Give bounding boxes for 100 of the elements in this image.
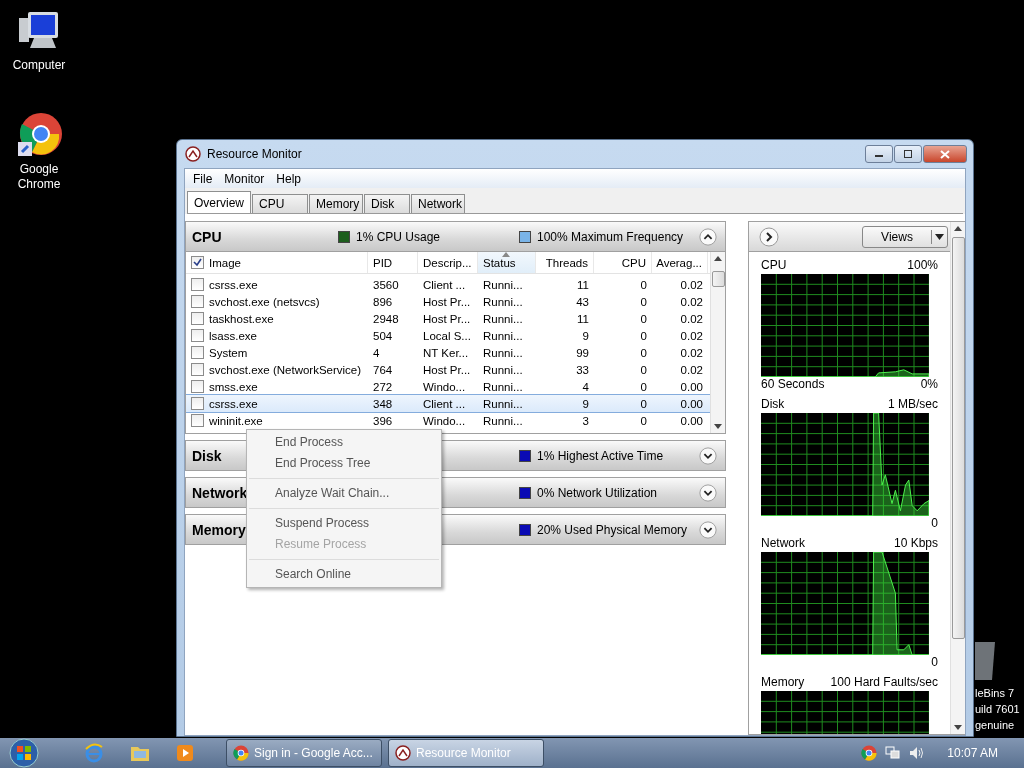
column-header[interactable]: CPU xyxy=(594,252,652,273)
table-row[interactable]: smss.exe 272 Windo... Runni... 4 0 0.00 xyxy=(186,378,710,395)
context-menu-item[interactable]: Suspend Process xyxy=(249,513,439,534)
table-cell: Runni... xyxy=(483,295,523,308)
context-menu-item[interactable]: End Process Tree xyxy=(249,453,439,479)
tab[interactable]: Memory xyxy=(309,194,363,213)
column-header[interactable]: Threads xyxy=(536,252,594,273)
graph-title: Disk xyxy=(761,396,785,411)
table-cell: 2948 xyxy=(373,312,399,325)
table-cell: Local S... xyxy=(423,329,471,342)
table-cell: 0 xyxy=(640,329,647,342)
context-menu-item[interactable]: Search Online xyxy=(249,564,439,585)
table-cell: System xyxy=(209,346,248,359)
volume-icon[interactable] xyxy=(909,745,926,761)
minimize-button[interactable] xyxy=(865,145,893,163)
checkbox[interactable] xyxy=(191,256,204,269)
table-cell: svchost.exe (netsvcs) xyxy=(209,295,320,308)
table-row[interactable]: System 4 NT Ker... Runni... 99 0 0.02 xyxy=(186,344,710,361)
selected-row[interactable]: csrss.exe 348 Client ... Runni... 9 0 0.00 xyxy=(186,395,710,412)
column-header[interactable]: Averag... xyxy=(652,252,708,273)
scrollbar[interactable] xyxy=(710,252,725,433)
table-row[interactable]: wininit.exe 396 Windo... Runni... 3 0 0.00 xyxy=(186,412,710,429)
expand-panel-icon[interactable] xyxy=(759,226,779,247)
media-player-icon[interactable] xyxy=(176,744,194,762)
table-cell: 272 xyxy=(373,380,393,393)
clock[interactable]: 10:07 AM xyxy=(947,746,998,760)
expand-icon[interactable] xyxy=(699,519,717,540)
section-header[interactable]: CPU 1% CPU Usage 100% Maximum Frequency xyxy=(185,221,726,252)
table-cell: Host Pr... xyxy=(423,312,471,325)
table-row[interactable]: svchost.exe (NetworkService) 764 Host Pr... Runni... 33 0 0.02 xyxy=(186,361,710,378)
scroll-thumb[interactable] xyxy=(951,237,965,639)
table-cell: 0.02 xyxy=(680,329,703,342)
expand-icon[interactable] xyxy=(699,445,717,466)
app-icon xyxy=(395,745,411,761)
graph-scale-min: 0 xyxy=(931,516,938,530)
close-button[interactable] xyxy=(923,145,967,163)
table-cell: 0 xyxy=(640,380,647,393)
table-cell: 4 xyxy=(582,380,589,393)
column-header[interactable]: Status xyxy=(478,252,536,273)
menu-item[interactable]: File xyxy=(187,171,219,186)
table-row[interactable]: svchost.exe (netsvcs) 896 Host Pr... Runni... 43 0 0.02 xyxy=(186,293,710,310)
scroll-down-icon[interactable] xyxy=(714,424,722,429)
checkbox[interactable] xyxy=(191,397,204,410)
checkbox[interactable] xyxy=(191,312,204,325)
maximize-button[interactable] xyxy=(894,145,922,163)
section-title: Network xyxy=(192,484,248,501)
legend-text: 20% Used Physical Memory xyxy=(537,522,688,537)
table-cell: 0 xyxy=(640,414,647,427)
column-header[interactable]: Image xyxy=(186,252,368,273)
browser-icon[interactable] xyxy=(84,743,104,763)
legend-text: 1% CPU Usage xyxy=(356,229,441,244)
checkbox[interactable] xyxy=(191,363,204,376)
table-row[interactable]: lsass.exe 504 Local S... Runni... 9 0 0.02 xyxy=(186,327,710,344)
scroll-up-icon[interactable] xyxy=(714,256,722,261)
checkbox[interactable] xyxy=(191,278,204,291)
table-row[interactable]: taskhost.exe 2948 Host Pr... Runni... 11 0 0.02 xyxy=(186,310,710,327)
legend-text: 1% Highest Active Time xyxy=(537,448,664,463)
table-cell: wininit.exe xyxy=(209,414,263,427)
desktop-notice-text: uild 7601 xyxy=(975,702,1020,717)
graph-title: Network xyxy=(761,535,805,550)
maximize-icon xyxy=(903,150,913,158)
chrome-icon[interactable] xyxy=(16,112,62,158)
checkbox[interactable] xyxy=(191,414,204,427)
scroll-thumb[interactable] xyxy=(711,271,725,287)
table-row[interactable]: csrss.exe 3560 Client ... Runni... 11 0 0.02 xyxy=(186,276,710,293)
column-header[interactable]: PID xyxy=(368,252,418,273)
checkbox[interactable] xyxy=(191,380,204,393)
desktop-icon-label[interactable]: Google Chrome xyxy=(9,162,69,192)
collapse-icon[interactable] xyxy=(699,226,717,247)
table-cell: Client ... xyxy=(423,278,466,291)
context-menu-item[interactable]: Analyze Wait Chain... xyxy=(249,483,439,509)
start-button[interactable] xyxy=(6,738,42,768)
table-cell: 0.02 xyxy=(680,363,703,376)
table-cell: Runni... xyxy=(483,414,523,427)
folder-icon[interactable] xyxy=(130,744,150,762)
views-dropdown[interactable]: Views xyxy=(862,225,948,248)
desktop-icon-label[interactable]: Computer xyxy=(9,58,69,73)
checkbox[interactable] xyxy=(191,329,204,342)
tab[interactable]: CPU xyxy=(252,194,308,213)
section-title: CPU xyxy=(192,228,222,245)
checkbox[interactable] xyxy=(191,346,204,359)
graph-time-span: 60 Seconds xyxy=(761,377,825,391)
network-icon[interactable] xyxy=(885,745,902,761)
table-cell: Runni... xyxy=(483,278,523,291)
chrome-icon xyxy=(233,745,249,761)
table-cell: 0.00 xyxy=(680,397,703,410)
scroll-down-icon[interactable] xyxy=(954,725,962,730)
tab[interactable]: Overview xyxy=(187,191,251,213)
checkbox[interactable] xyxy=(191,295,204,308)
scrollbar[interactable] xyxy=(950,222,965,734)
tab[interactable]: Disk xyxy=(364,194,410,213)
legend-text: 100% Maximum Frequency xyxy=(537,229,684,244)
menu-item[interactable]: Help xyxy=(270,171,308,186)
scroll-up-icon[interactable] xyxy=(954,226,962,231)
table-cell: 764 xyxy=(373,363,393,376)
table-cell: Host Pr... xyxy=(423,295,471,308)
expand-icon[interactable] xyxy=(699,482,717,503)
table-cell: 11 xyxy=(577,312,589,325)
tab[interactable]: Network xyxy=(411,194,465,213)
menu-item[interactable]: Monitor xyxy=(218,171,271,186)
